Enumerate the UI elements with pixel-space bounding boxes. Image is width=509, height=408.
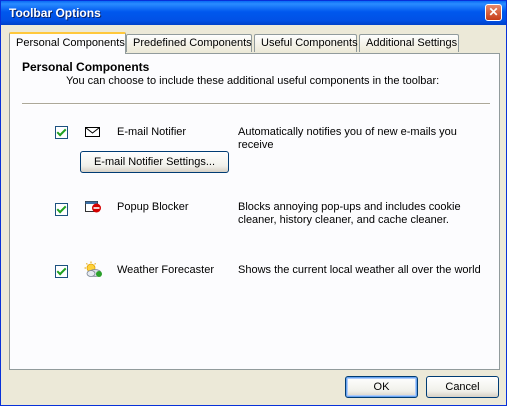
envelope-icon: [85, 127, 100, 137]
tab-label: Additional Settings: [366, 37, 458, 49]
panel-title: Personal Components: [22, 60, 150, 74]
close-icon: ✕: [488, 5, 499, 19]
weather-forecaster-description: Shows the current local weather all over…: [238, 264, 481, 276]
tab-useful-components[interactable]: Useful Components: [254, 34, 358, 52]
tab-predefined-components[interactable]: Predefined Components: [126, 34, 252, 52]
panel-description: You can choose to include these addition…: [66, 75, 440, 87]
popup-blocker-checkbox[interactable]: [55, 203, 68, 216]
tab-additional-settings[interactable]: Additional Settings: [359, 34, 459, 52]
weather-forecaster-checkbox[interactable]: [55, 265, 68, 278]
email-notifier-description: Automatically notifies you of new e-mail…: [238, 126, 457, 151]
tab-label: Predefined Components: [133, 37, 252, 49]
close-button[interactable]: ✕: [485, 4, 502, 21]
title-bar[interactable]: Toolbar Options ✕: [1, 1, 506, 25]
toolbar-options-dialog: Toolbar Options ✕ Personal Components Pr…: [0, 0, 507, 406]
tab-label: Useful Components: [261, 37, 358, 49]
tab-panel: Personal Components You can choose to in…: [9, 53, 500, 370]
email-notifier-label: E-mail Notifier: [117, 126, 187, 138]
tab-personal-components[interactable]: Personal Components: [9, 32, 126, 54]
weather-forecaster-label: Weather Forecaster: [117, 264, 215, 276]
cancel-button[interactable]: Cancel: [426, 376, 499, 398]
email-notifier-checkbox[interactable]: [55, 126, 68, 139]
popup-blocker-icon: [85, 201, 101, 213]
popup-blocker-description: Blocks annoying pop-ups and includes coo…: [238, 201, 461, 226]
popup-blocker-label: Popup Blocker: [117, 201, 189, 213]
separator: [22, 103, 490, 105]
weather-icon: [84, 261, 102, 277]
email-notifier-settings-button[interactable]: E-mail Notifier Settings...: [80, 151, 229, 173]
tab-label: Personal Components: [16, 37, 125, 49]
window-title: Toolbar Options: [9, 6, 101, 20]
ok-button[interactable]: OK: [345, 376, 418, 398]
